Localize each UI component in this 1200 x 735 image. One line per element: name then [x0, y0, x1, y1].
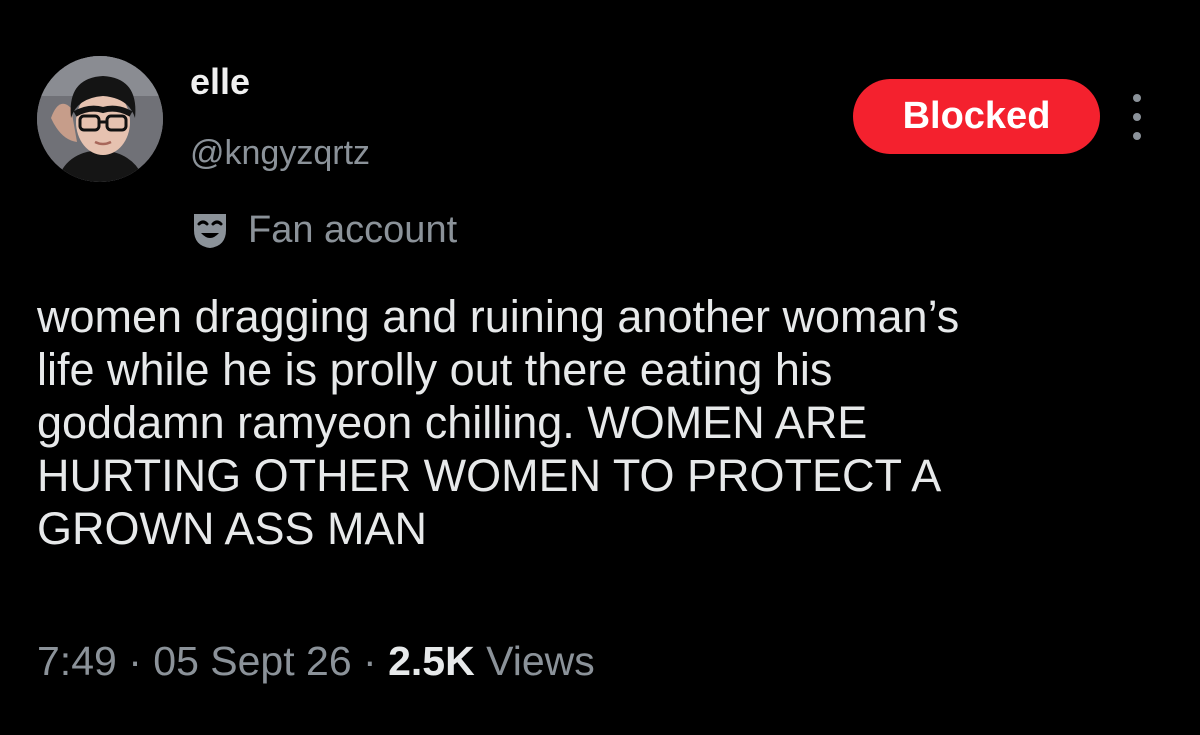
more-dot: [1133, 132, 1141, 140]
tweet-meta: 7:49 · 05 Sept 26 · 2.5K Views: [37, 641, 595, 682]
display-name[interactable]: elle: [190, 64, 250, 100]
blocked-button[interactable]: Blocked: [853, 79, 1100, 154]
meta-separator: ·: [128, 638, 142, 684]
tweet-date[interactable]: 05 Sept 26: [153, 638, 351, 684]
views-count[interactable]: 2.5K: [388, 638, 475, 684]
user-handle[interactable]: @kngyzqrtz: [190, 136, 370, 170]
fan-account-text: Fan account: [248, 209, 458, 251]
tweet-text: women dragging and ruining another woman…: [37, 291, 960, 554]
more-vertical-icon[interactable]: [1125, 94, 1149, 140]
more-dot: [1133, 94, 1141, 102]
meta-separator: ·: [363, 638, 377, 684]
avatar-image: [37, 56, 163, 182]
fan-account-label[interactable]: Fan account: [190, 208, 457, 252]
theater-mask-icon: [194, 214, 226, 248]
avatar[interactable]: [37, 56, 163, 182]
tweet-time[interactable]: 7:49: [37, 638, 117, 684]
more-dot: [1133, 113, 1141, 121]
views-label: Views: [486, 638, 595, 684]
